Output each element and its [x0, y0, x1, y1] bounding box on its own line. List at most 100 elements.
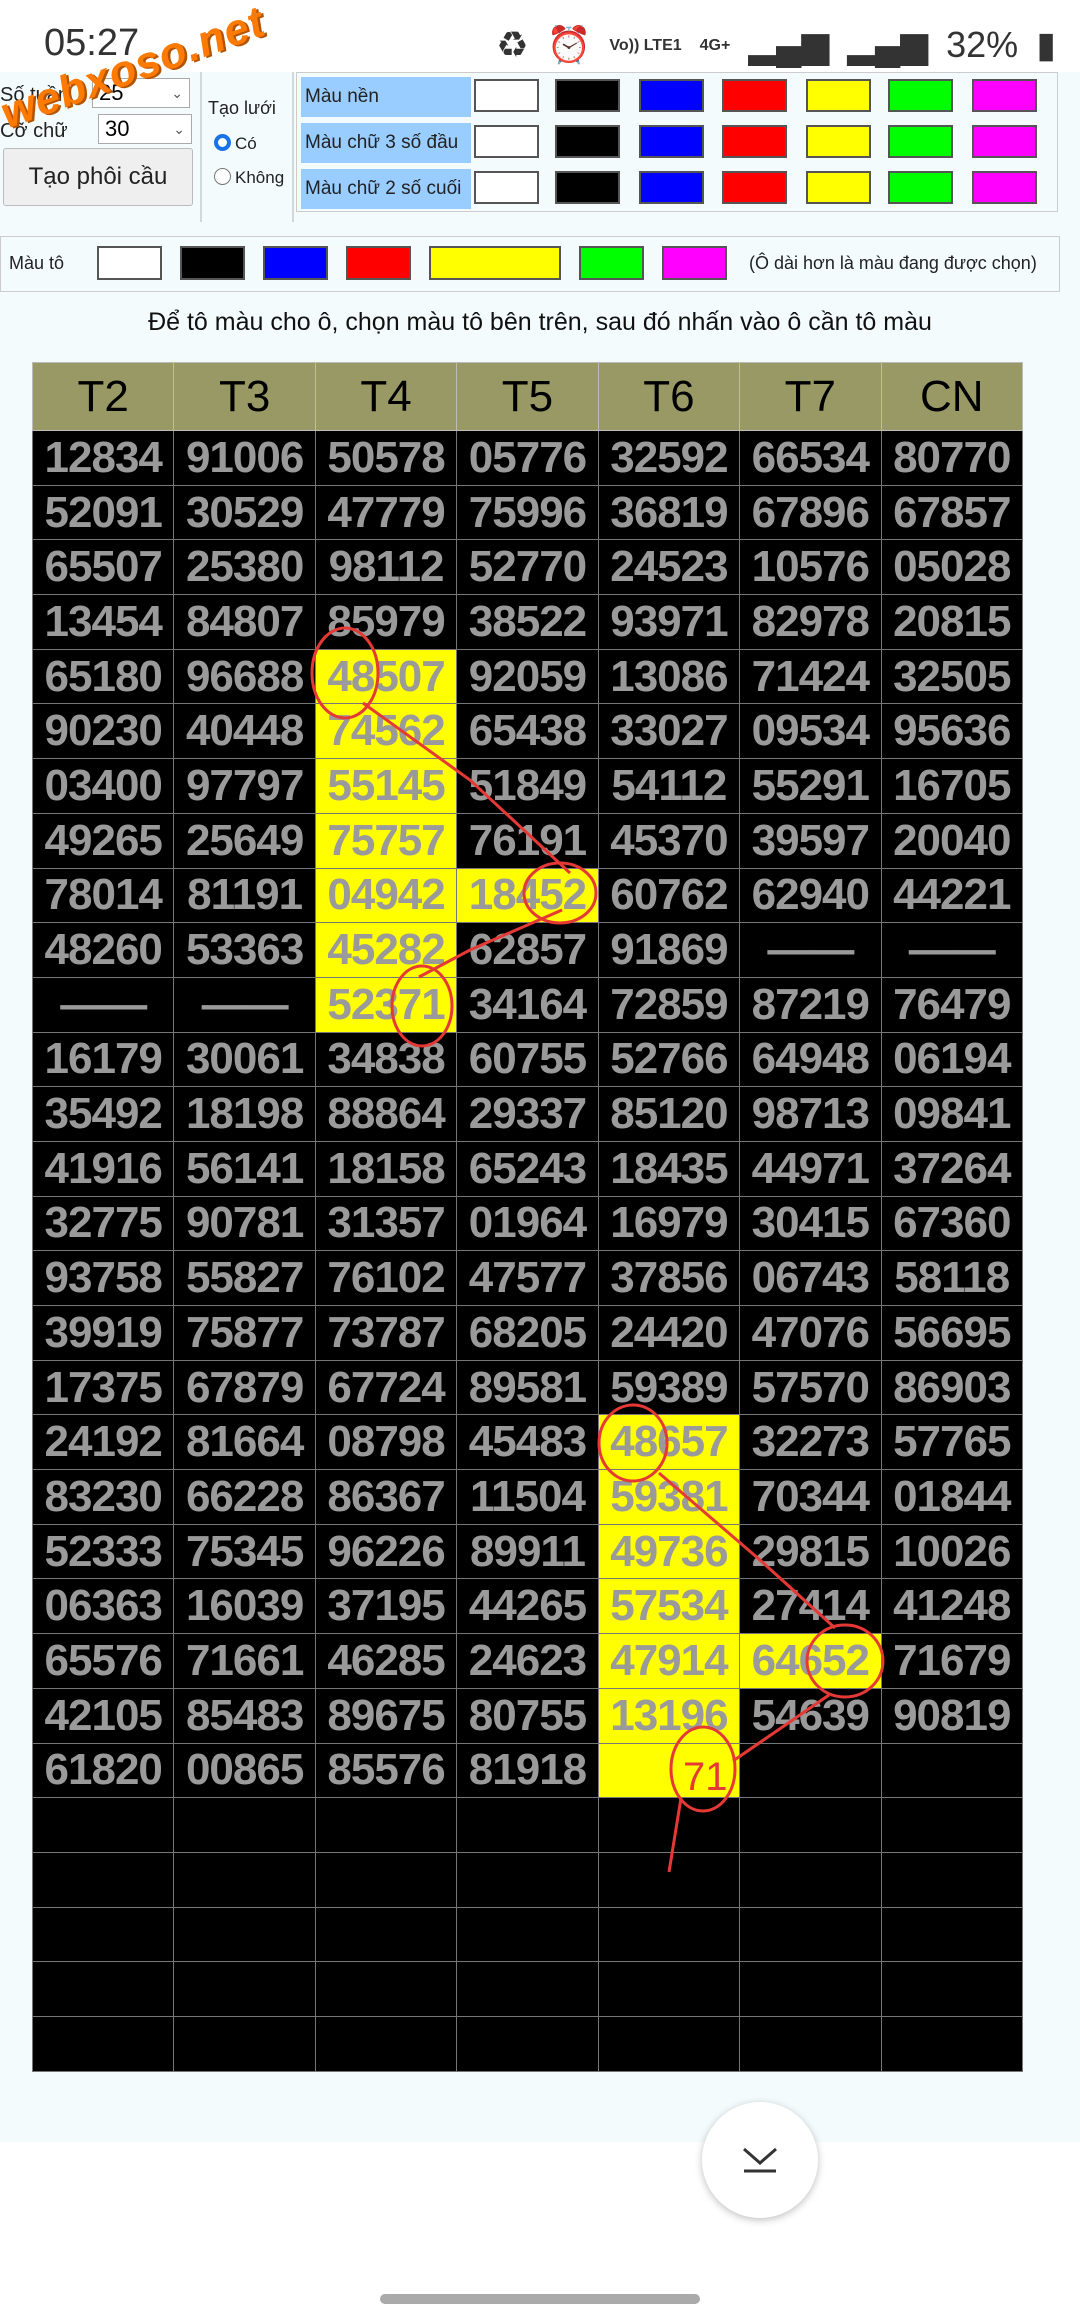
table-cell[interactable]: 48507	[314, 648, 458, 705]
table-cell[interactable]: 16179	[31, 1031, 175, 1088]
color-swatch[interactable]	[888, 79, 953, 112]
fill-color-swatch[interactable]	[579, 246, 644, 280]
nav-gesture-bar[interactable]	[380, 2294, 700, 2304]
table-cell[interactable]	[739, 1906, 882, 1963]
table-cell[interactable]: 36819	[597, 484, 741, 541]
grid-no-radio[interactable]	[214, 168, 231, 185]
table-cell[interactable]: ——	[880, 922, 1024, 978]
table-cell[interactable]: 93971	[597, 594, 741, 650]
table-cell[interactable]: 76102	[314, 1250, 458, 1306]
table-cell[interactable]: 96226	[314, 1523, 458, 1580]
table-cell[interactable]	[880, 1797, 1024, 1853]
table-cell[interactable]: 89911	[456, 1523, 599, 1580]
table-cell[interactable]: 86903	[880, 1359, 1024, 1416]
table-cell[interactable]: 85979	[314, 594, 458, 650]
table-cell[interactable]: 09534	[739, 703, 882, 760]
table-cell[interactable]: 34164	[456, 976, 599, 1033]
table-cell[interactable]: 90230	[31, 703, 175, 760]
generate-button[interactable]: Tạo phôi cầu	[3, 148, 193, 206]
table-cell[interactable]: 29337	[456, 1086, 599, 1142]
table-cell[interactable]	[173, 1851, 316, 1908]
table-cell[interactable]: 47577	[456, 1250, 599, 1306]
table-cell[interactable]: ——	[31, 976, 175, 1033]
table-cell[interactable]: 11504	[456, 1469, 599, 1525]
table-cell[interactable]: 32775	[31, 1195, 175, 1252]
table-cell[interactable]	[173, 1961, 316, 2017]
table-cell[interactable]: 59389	[597, 1359, 741, 1416]
table-cell[interactable]: 75996	[456, 484, 599, 541]
table-cell[interactable]	[31, 2015, 175, 2072]
table-cell[interactable]: 60762	[597, 867, 741, 924]
color-swatch[interactable]	[888, 171, 953, 204]
table-cell[interactable]: 93758	[31, 1250, 175, 1306]
table-cell[interactable]: 44265	[456, 1578, 599, 1635]
table-cell[interactable]: 85483	[173, 1687, 316, 1744]
table-cell[interactable]: 47914	[597, 1633, 741, 1689]
table-cell[interactable]: 90819	[880, 1687, 1024, 1744]
table-cell[interactable]: 50578	[314, 430, 458, 486]
color-swatch[interactable]	[722, 125, 787, 158]
table-cell[interactable]: 51849	[456, 758, 599, 814]
table-cell[interactable]: 16039	[173, 1578, 316, 1635]
table-cell[interactable]	[597, 1906, 741, 1963]
table-cell[interactable]: 18435	[597, 1140, 741, 1197]
table-cell[interactable]	[314, 1961, 458, 2017]
color-swatch[interactable]	[806, 171, 871, 204]
table-cell[interactable]	[597, 1851, 741, 1908]
table-cell[interactable]: 75345	[173, 1523, 316, 1580]
table-cell[interactable]: 85576	[314, 1742, 458, 1799]
table-cell[interactable]: 76479	[880, 976, 1024, 1033]
table-cell[interactable]: 16705	[880, 758, 1024, 814]
table-cell[interactable]: 32273	[739, 1414, 882, 1471]
table-cell[interactable]: 56141	[173, 1140, 316, 1197]
table-cell[interactable]: 37264	[880, 1140, 1024, 1197]
table-cell[interactable]: 24623	[456, 1633, 599, 1689]
fill-color-swatch[interactable]	[662, 246, 727, 280]
table-cell[interactable]	[314, 1851, 458, 1908]
table-cell[interactable]: 67896	[739, 484, 882, 541]
table-cell[interactable]	[880, 2015, 1024, 2072]
table-cell[interactable]: 18198	[173, 1086, 316, 1142]
table-cell[interactable]: 83230	[31, 1469, 175, 1525]
color-swatch[interactable]	[722, 79, 787, 112]
table-cell[interactable]: 45282	[314, 922, 458, 978]
table-cell[interactable]: 64948	[739, 1031, 882, 1088]
table-cell[interactable]	[314, 1797, 458, 1853]
table-cell[interactable]: 47779	[314, 484, 458, 541]
table-cell[interactable]: 08798	[314, 1414, 458, 1471]
table-cell[interactable]	[739, 1797, 882, 1853]
fill-color-swatch[interactable]	[180, 246, 245, 280]
table-cell[interactable]	[314, 1906, 458, 1963]
color-swatch[interactable]	[639, 125, 704, 158]
table-cell[interactable]: 06194	[880, 1031, 1024, 1088]
table-cell[interactable]: 30061	[173, 1031, 316, 1088]
table-cell[interactable]: 16979	[597, 1195, 741, 1252]
color-swatch[interactable]	[639, 79, 704, 112]
table-cell[interactable]: 24523	[597, 539, 741, 596]
table-cell[interactable]: 71679	[880, 1633, 1024, 1689]
font-size-select[interactable]: 30 ⌄	[98, 114, 192, 144]
color-swatch[interactable]	[972, 171, 1037, 204]
table-cell[interactable]: 75877	[173, 1305, 316, 1361]
table-cell[interactable]: 66534	[739, 430, 882, 486]
table-cell[interactable]	[739, 2015, 882, 2072]
table-cell[interactable]: 95636	[880, 703, 1024, 760]
table-cell[interactable]: 39597	[739, 812, 882, 869]
table-cell[interactable]: 71661	[173, 1633, 316, 1689]
table-cell[interactable]: 57765	[880, 1414, 1024, 1471]
table-cell[interactable]	[31, 1851, 175, 1908]
table-cell[interactable]: 39919	[31, 1305, 175, 1361]
table-cell[interactable]: 58118	[880, 1250, 1024, 1306]
table-cell[interactable]: 29815	[739, 1523, 882, 1580]
table-cell[interactable]: 86367	[314, 1469, 458, 1525]
table-cell[interactable]	[880, 1961, 1024, 2017]
table-cell[interactable]: 90781	[173, 1195, 316, 1252]
table-cell[interactable]: 30529	[173, 484, 316, 541]
table-cell[interactable]: 24192	[31, 1414, 175, 1471]
table-cell[interactable]: ——	[739, 922, 882, 978]
table-cell[interactable]: 12834	[31, 430, 175, 486]
table-cell[interactable]: 61820	[31, 1742, 175, 1799]
table-cell[interactable]: 40448	[173, 703, 316, 760]
table-cell[interactable]: 32592	[597, 430, 741, 486]
color-swatch[interactable]	[474, 79, 539, 112]
